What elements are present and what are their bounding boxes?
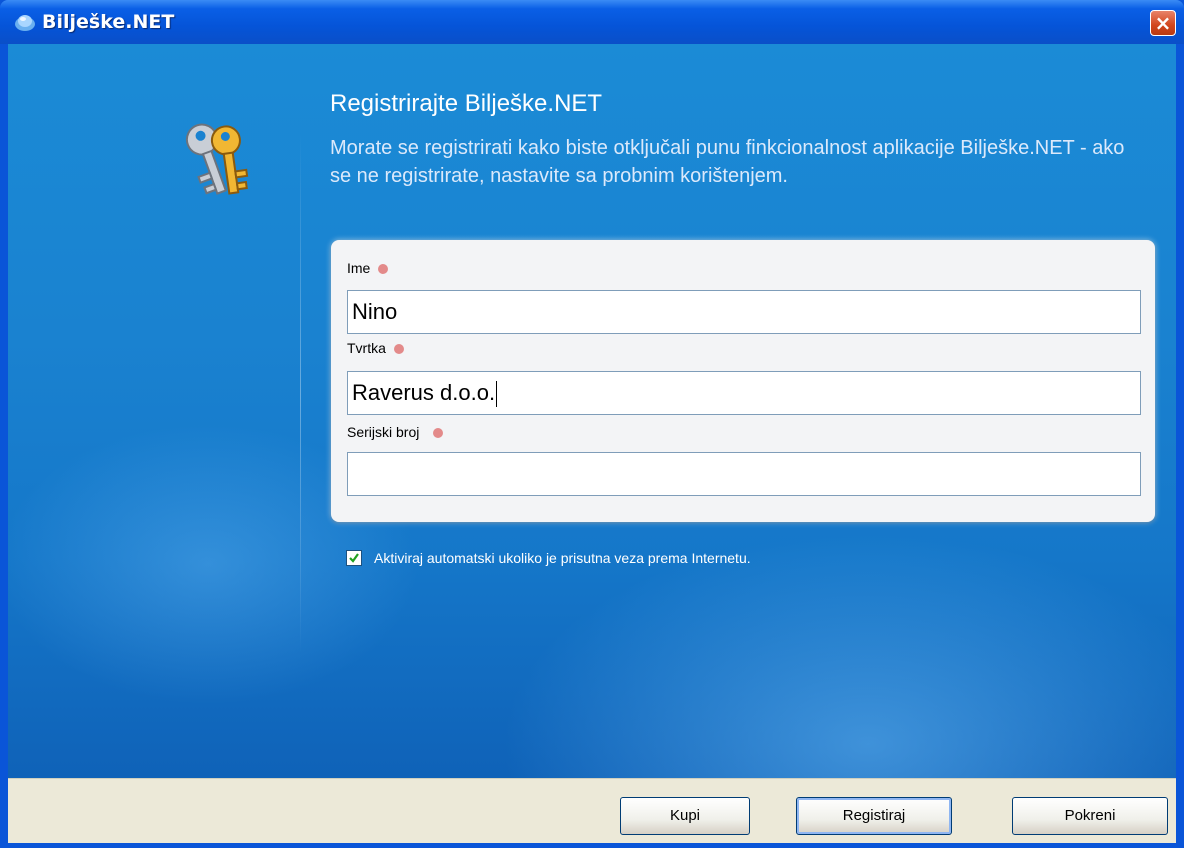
registration-window: Bilješke.NET × Registrirajte Bilješke.NE… [0, 0, 1184, 848]
required-indicator [378, 264, 389, 275]
keys-icon [185, 123, 249, 195]
registration-form-panel: Ime Nino Tvrtka Raverus d.o.o. Serijski … [331, 240, 1155, 522]
serial-label-text: Serijski broj [347, 424, 420, 440]
close-button[interactable]: × [1150, 10, 1176, 36]
serial-number-input[interactable] [347, 452, 1141, 496]
title-bar[interactable]: Bilješke.NET × [0, 0, 1184, 44]
required-indicator [433, 428, 444, 439]
name-field-label: Ime [347, 260, 389, 276]
check-icon [349, 553, 359, 563]
company-input-value: Raverus d.o.o. [352, 380, 496, 405]
company-field-label: Tvrtka [347, 340, 404, 356]
divider [300, 134, 301, 654]
company-input[interactable]: Raverus d.o.o. [347, 371, 1141, 415]
auto-activate-label: Aktiviraj automatski ukoliko je prisutna… [374, 550, 751, 566]
buy-button[interactable]: Kupi [620, 797, 750, 835]
run-button[interactable]: Pokreni [1012, 797, 1168, 835]
auto-activate-option[interactable]: Aktiviraj automatski ukoliko je prisutna… [346, 550, 751, 566]
window-title: Bilješke.NET [42, 11, 175, 33]
page-title: Registrirajte Bilješke.NET [330, 90, 603, 117]
name-input-value: Nino [352, 299, 398, 324]
button-bar: Kupi Registiraj Pokreni [8, 778, 1176, 843]
serial-field-label: Serijski broj [347, 424, 444, 440]
company-label-text: Tvrtka [347, 340, 386, 356]
text-caret [496, 381, 498, 408]
name-input[interactable]: Nino [347, 290, 1141, 334]
close-icon: × [1154, 11, 1172, 35]
app-icon [15, 15, 35, 31]
register-button[interactable]: Registiraj [796, 797, 952, 835]
page-description: Morate se registrirati kako biste otklju… [330, 137, 1125, 187]
auto-activate-checkbox[interactable] [346, 550, 362, 566]
content-area: Registrirajte Bilješke.NET Morate se reg… [8, 44, 1176, 778]
name-label-text: Ime [347, 260, 371, 276]
required-indicator [393, 344, 404, 355]
